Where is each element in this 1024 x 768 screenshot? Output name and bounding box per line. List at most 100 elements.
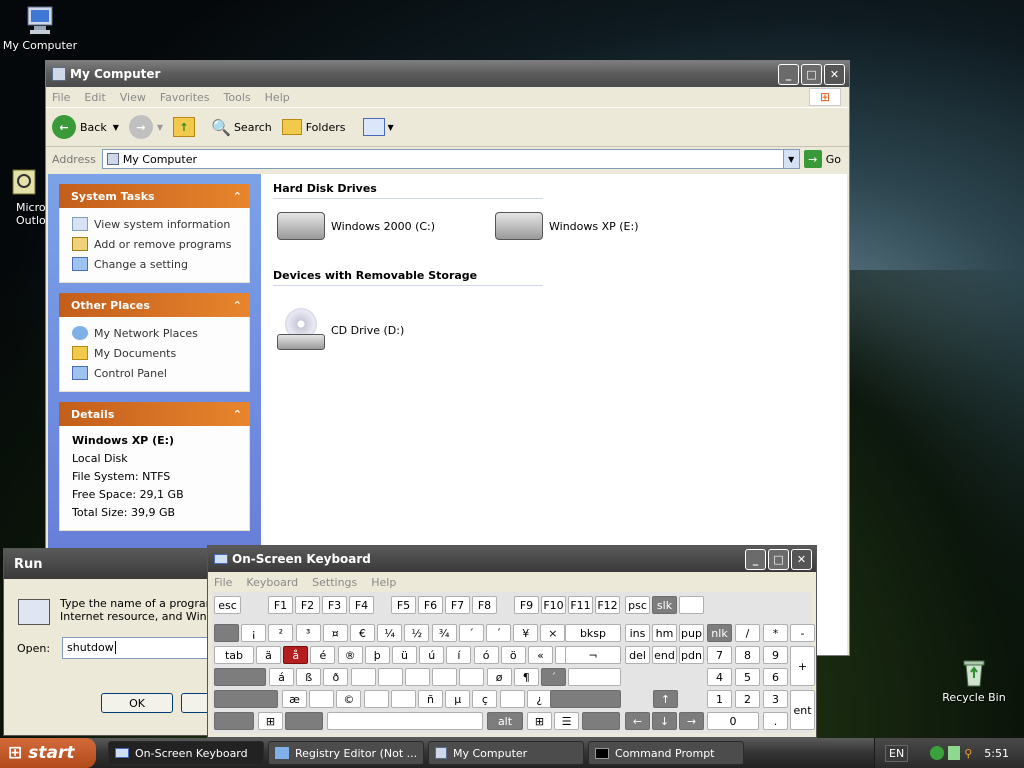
menu-file[interactable]: File (214, 576, 232, 589)
osk-key[interactable] (679, 596, 704, 614)
osk-key[interactable]: © (336, 690, 362, 708)
drive-d[interactable]: CD Drive (D:) (277, 308, 404, 352)
osk-key[interactable]: del (625, 646, 650, 664)
osk-key[interactable]: ö (500, 646, 526, 664)
osk-key[interactable]: 2 (735, 690, 760, 708)
desktop-icon-my-computer[interactable]: My Computer (0, 4, 80, 52)
osk-key[interactable] (214, 668, 266, 686)
osk-key[interactable]: / (735, 624, 760, 642)
osk-key[interactable]: ® (337, 646, 363, 664)
minimize-button[interactable]: _ (745, 548, 766, 570)
osk-key[interactable]: ó (473, 646, 499, 664)
forward-button[interactable]: → ▼ (128, 115, 163, 139)
osk-key[interactable] (499, 690, 525, 708)
back-button[interactable]: ← Back ▼ (52, 115, 119, 139)
window-titlebar[interactable]: My Computer _ □ ✕ (46, 61, 849, 87)
osk-key[interactable] (390, 690, 416, 708)
osk-key[interactable]: ð (323, 668, 349, 686)
osk-key[interactable]: ñ (418, 690, 443, 708)
osk-key[interactable]: « (528, 646, 553, 664)
osk-key[interactable]: ß (296, 668, 322, 686)
osk-key[interactable]: ¥ (513, 624, 539, 642)
task-my-computer[interactable]: My Computer (428, 741, 584, 765)
osk-key[interactable] (432, 668, 458, 686)
osk-key[interactable]: - (790, 624, 815, 642)
osk-key[interactable]: þ (364, 646, 390, 664)
place-documents[interactable]: My Documents (72, 343, 239, 363)
osk-key[interactable] (350, 668, 376, 686)
task-command-prompt[interactable]: Command Prompt (588, 741, 744, 765)
menu-view[interactable]: View (120, 91, 146, 104)
osk-key[interactable]: 7 (707, 646, 732, 664)
details-header[interactable]: Details ⌃ (59, 402, 250, 426)
osk-key[interactable]: ins (625, 624, 650, 642)
osk-key[interactable]: . (763, 712, 788, 730)
osk-key[interactable]: F8 (472, 596, 497, 614)
osk-key[interactable] (363, 690, 389, 708)
osk-key[interactable]: F3 (322, 596, 347, 614)
osk-key[interactable]: ú (419, 646, 445, 664)
osk-key[interactable]: F4 (349, 596, 374, 614)
run-titlebar[interactable]: Run (4, 549, 212, 579)
task-registry-editor[interactable]: Registry Editor (Not ... (268, 741, 424, 765)
osk-key[interactable]: 8 (735, 646, 760, 664)
osk-key[interactable]: ↑ (653, 690, 678, 708)
osk-key[interactable]: pup (679, 624, 704, 642)
osk-key[interactable]: esc (214, 596, 241, 614)
osk-key[interactable]: slk (652, 596, 677, 614)
folders-button[interactable]: Folders (281, 119, 345, 135)
osk-key[interactable]: F7 (445, 596, 470, 614)
osk-key[interactable]: ⊞ (527, 712, 552, 730)
osk-key[interactable]: psc (625, 596, 650, 614)
osk-key[interactable]: ´ (458, 624, 484, 642)
osk-key[interactable]: € (350, 624, 375, 642)
osk-key[interactable]: → (679, 712, 704, 730)
menu-file[interactable]: File (52, 91, 70, 104)
osk-key[interactable]: ´ (541, 668, 566, 686)
drive-e[interactable]: Windows XP (E:) (495, 212, 639, 240)
osk-key[interactable]: ´ (486, 624, 511, 642)
osk-key[interactable]: 4 (707, 668, 732, 686)
search-button[interactable]: 🔍 Search (211, 118, 272, 137)
osk-titlebar[interactable]: On-Screen Keyboard _ □ ✕ (208, 546, 816, 572)
task-on-screen-keyboard[interactable]: On-Screen Keyboard (108, 741, 264, 765)
osk-key[interactable]: 9 (763, 646, 788, 664)
menu-favorites[interactable]: Favorites (160, 91, 210, 104)
task-view-system-info[interactable]: View system information (72, 214, 239, 234)
osk-key[interactable]: pdn (679, 646, 704, 664)
osk-key[interactable]: ¤ (322, 624, 348, 642)
osk-key[interactable]: ä (256, 646, 281, 664)
place-network[interactable]: My Network Places (72, 323, 239, 343)
osk-key-pressed[interactable]: å (283, 646, 309, 664)
recycle-icon[interactable] (948, 746, 961, 760)
menu-tools[interactable]: Tools (224, 91, 251, 104)
system-tasks-header[interactable]: System Tasks ⌃ (59, 184, 250, 208)
ok-button[interactable]: OK (101, 693, 173, 713)
osk-key[interactable]: bksp (565, 624, 621, 642)
osk-key[interactable]: tab (214, 646, 254, 664)
osk-key[interactable]: í (446, 646, 472, 664)
osk-key[interactable]: F6 (418, 596, 443, 614)
address-input[interactable]: My Computer ▼ (101, 149, 800, 169)
desktop-icon-recycle-bin[interactable]: Recycle Bin (934, 656, 1014, 704)
menu-keyboard[interactable]: Keyboard (246, 576, 298, 589)
osk-key[interactable]: ¡ (241, 624, 267, 642)
open-input[interactable]: shutdow (62, 637, 214, 659)
osk-key[interactable] (405, 668, 430, 686)
osk-key[interactable] (214, 712, 254, 730)
osk-key[interactable]: * (763, 624, 788, 642)
menu-edit[interactable]: Edit (84, 91, 105, 104)
osk-key[interactable]: F10 (541, 596, 566, 614)
language-indicator[interactable]: EN (885, 744, 909, 762)
drive-c[interactable]: Windows 2000 (C:) (277, 212, 435, 240)
osk-key[interactable]: ² (268, 624, 294, 642)
osk-key[interactable]: ⊞ (258, 712, 283, 730)
osk-key[interactable]: × (540, 624, 566, 642)
osk-key[interactable]: ç (472, 690, 498, 708)
go-button[interactable]: → Go (803, 150, 841, 168)
osk-key[interactable]: hm (652, 624, 677, 642)
maximize-button[interactable]: □ (768, 548, 789, 570)
close-button[interactable]: ✕ (791, 548, 812, 570)
osk-key[interactable]: ¬ (565, 646, 621, 664)
osk-key[interactable]: 6 (763, 668, 788, 686)
